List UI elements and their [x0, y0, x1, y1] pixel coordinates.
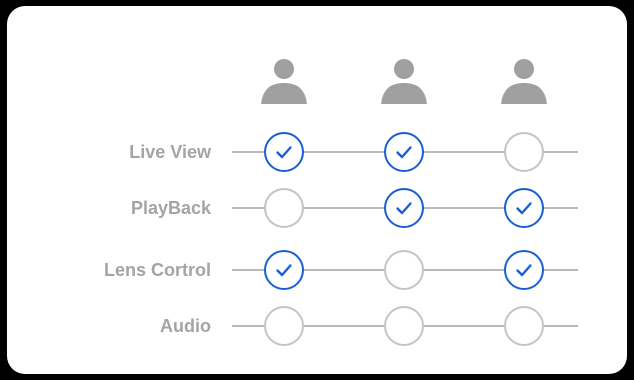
- permission-row: PlayBack: [7, 188, 627, 228]
- permission-checkbox-unchecked[interactable]: [504, 132, 544, 172]
- person-icon: [380, 58, 428, 106]
- permission-label: Audio: [160, 316, 211, 336]
- check-icon: [276, 264, 292, 277]
- permission-checkbox-unchecked[interactable]: [504, 306, 544, 346]
- permission-checkbox-checked[interactable]: [264, 250, 304, 290]
- permission-row: Live View: [7, 132, 627, 172]
- permission-checkbox-checked[interactable]: [384, 132, 424, 172]
- check-icon: [396, 146, 412, 159]
- permission-checkbox-unchecked[interactable]: [384, 306, 424, 346]
- person-icon: [260, 58, 308, 106]
- permission-row: Audio: [7, 306, 627, 346]
- permission-checkbox-unchecked[interactable]: [264, 306, 304, 346]
- permissions-card: Live View PlayBack Lens Cortrol Audio: [7, 6, 627, 374]
- permission-label: Live View: [129, 142, 211, 162]
- permission-checkbox-checked[interactable]: [504, 188, 544, 228]
- permission-checkbox-unchecked[interactable]: [384, 250, 424, 290]
- permission-checkbox-checked[interactable]: [264, 132, 304, 172]
- permission-checkbox-unchecked[interactable]: [264, 188, 304, 228]
- check-icon: [276, 146, 292, 159]
- permission-label: PlayBack: [130, 198, 211, 218]
- permission-label: Lens Cortrol: [103, 260, 211, 280]
- check-icon: [516, 202, 532, 215]
- person-icon: [500, 58, 548, 106]
- check-icon: [516, 264, 532, 277]
- check-icon: [396, 202, 412, 215]
- permission-checkbox-checked[interactable]: [504, 250, 544, 290]
- permission-row: Lens Cortrol: [7, 250, 627, 290]
- permission-checkbox-checked[interactable]: [384, 188, 424, 228]
